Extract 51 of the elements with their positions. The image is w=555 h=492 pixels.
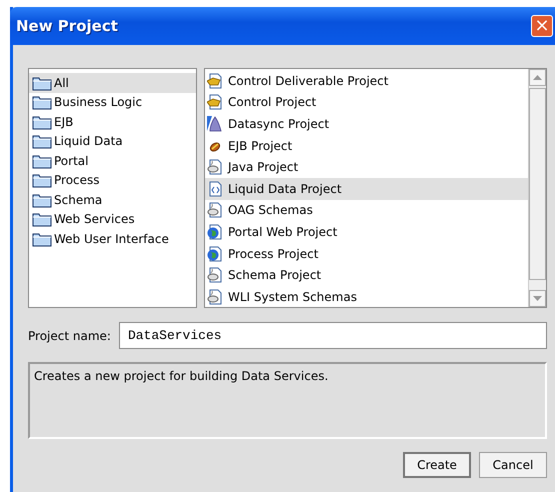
category-item[interactable]: Portal bbox=[29, 151, 196, 170]
folder-icon bbox=[32, 230, 52, 247]
category-item[interactable]: Business Logic bbox=[29, 92, 196, 112]
folder-icon bbox=[32, 133, 52, 150]
category-item[interactable]: Process bbox=[29, 170, 196, 190]
scrollbar-thumb[interactable] bbox=[529, 88, 546, 280]
template-item[interactable]: OAG Schemas bbox=[205, 200, 528, 222]
code-file-icon bbox=[207, 180, 223, 197]
folder-icon bbox=[32, 74, 52, 91]
folder-icon bbox=[32, 192, 52, 208]
globe-icon bbox=[207, 246, 223, 262]
template-item[interactable]: Portal Web Project bbox=[205, 221, 528, 243]
category-item[interactable]: Web User Interface bbox=[29, 229, 196, 248]
control-icon bbox=[207, 94, 223, 110]
template-item[interactable]: Control Project bbox=[205, 92, 528, 114]
template-item[interactable]: Schema Project bbox=[205, 264, 528, 286]
template-item[interactable]: Datasync Project bbox=[205, 113, 528, 135]
template-item[interactable]: Liquid Data Project bbox=[205, 178, 528, 200]
folder-icon bbox=[32, 152, 52, 169]
dialog-button[interactable]: Create bbox=[403, 452, 471, 478]
description-text: Creates a new project for building Data Services. bbox=[34, 369, 328, 383]
control-icon bbox=[207, 72, 223, 89]
window-title: New Project bbox=[16, 17, 118, 35]
template-item[interactable]: WLI System Schemas bbox=[205, 286, 528, 307]
triangle-icon bbox=[207, 116, 223, 132]
cup-icon bbox=[207, 267, 223, 284]
folder-icon bbox=[32, 172, 52, 188]
project-name-field[interactable]: DataServices bbox=[118, 322, 547, 349]
folder-icon bbox=[32, 94, 52, 110]
globe-icon bbox=[207, 224, 223, 240]
template-item[interactable]: Control Deliverable Project bbox=[205, 70, 528, 92]
category-item[interactable]: EJB bbox=[29, 112, 196, 132]
folder-icon bbox=[32, 211, 52, 228]
close-button[interactable]: × bbox=[531, 15, 553, 37]
down-arrow-icon bbox=[533, 296, 542, 301]
category-item[interactable]: All bbox=[29, 73, 196, 92]
template-item[interactable]: Java Project bbox=[205, 156, 528, 178]
cup-icon bbox=[207, 202, 223, 218]
template-item[interactable]: Process Project bbox=[205, 242, 528, 264]
template-item[interactable]: EJB Project bbox=[205, 134, 528, 156]
category-item[interactable]: Schema bbox=[29, 190, 196, 210]
project-name-label: Project name: bbox=[28, 328, 111, 342]
scroll-up-button[interactable] bbox=[529, 69, 546, 86]
up-arrow-icon bbox=[533, 75, 542, 80]
cup-icon bbox=[207, 288, 223, 305]
folder-icon bbox=[32, 114, 52, 130]
category-item[interactable]: Liquid Data bbox=[29, 132, 196, 151]
scroll-down-button[interactable] bbox=[529, 290, 546, 307]
dialog-button[interactable]: Cancel bbox=[479, 452, 547, 478]
category-item[interactable]: Web Services bbox=[29, 210, 196, 229]
cup-icon bbox=[207, 159, 223, 176]
